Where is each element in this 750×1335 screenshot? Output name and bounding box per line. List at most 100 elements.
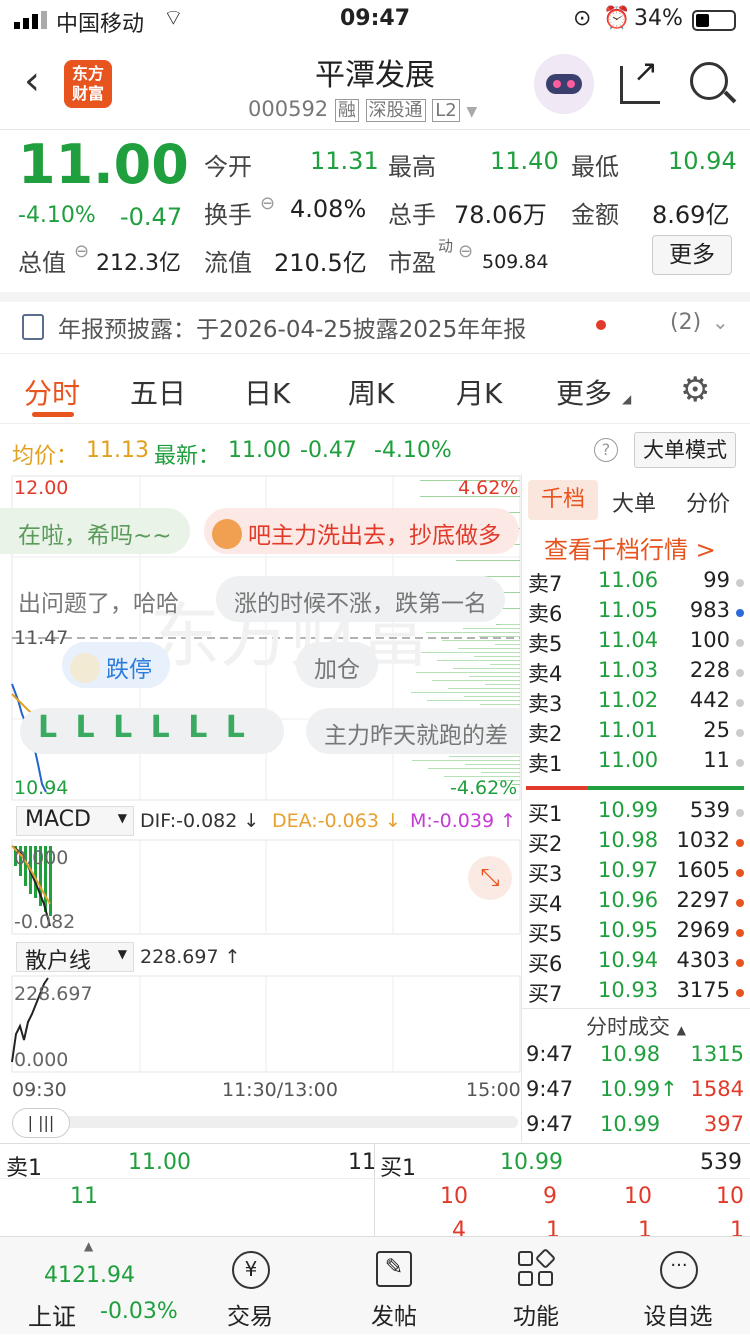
orderbook-row[interactable]: 买4 10.96 2297 <box>522 888 750 918</box>
level-volume: 100 <box>689 628 730 652</box>
orderbook-row[interactable]: 买3 10.97 1605 <box>522 858 750 888</box>
trade-volume: 1315 <box>690 1042 744 1066</box>
tab-thousand-levels[interactable]: 千档 <box>528 480 598 520</box>
level-volume: 983 <box>689 598 730 622</box>
comment-bubble[interactable]: 加仓 <box>296 642 378 688</box>
trade-price: 10.99 <box>600 1112 661 1136</box>
orderbook-row[interactable]: 卖7 11.06 99 <box>522 568 750 598</box>
battery-icon <box>692 10 736 31</box>
post-button[interactable]: ✎ 发帖 <box>324 1237 464 1335</box>
tab-large-orders[interactable]: 大单 <box>612 486 656 518</box>
level-dot <box>736 609 744 617</box>
orderbook-row[interactable]: 买2 10.98 1032 <box>522 828 750 858</box>
comment-bubble[interactable]: 出问题了，哈哈 <box>0 576 197 622</box>
change-amount: -0.47 <box>120 203 183 231</box>
level-dot <box>736 929 744 937</box>
level-volume: 3175 <box>676 978 730 1002</box>
avg-label: 均价： <box>12 444 79 469</box>
tag-connect: 深股通 <box>365 99 426 122</box>
help-icon[interactable]: ? <box>594 438 618 462</box>
orderbook-row[interactable]: 卖4 11.03 228 <box>522 658 750 688</box>
features-button[interactable]: 功能 <box>466 1237 606 1335</box>
orderbook-row[interactable]: 买7 10.93 3175 <box>522 978 750 1008</box>
open-label: 今开 <box>204 153 252 181</box>
depth-bar <box>437 660 520 661</box>
tab-weekly-k[interactable]: 周K <box>348 372 394 412</box>
robot-avatar-icon[interactable] <box>534 54 594 114</box>
chevron-down-icon[interactable]: ▼ <box>466 104 477 120</box>
trade-time: 9:47 <box>526 1042 574 1066</box>
info-icon[interactable]: ⊖ <box>458 241 473 262</box>
tab-price-dist[interactable]: 分价 <box>686 486 730 518</box>
tab-more[interactable]: 更多 <box>556 372 612 412</box>
depth-bar <box>474 656 520 657</box>
y-axis-top: 12.00 <box>14 477 68 499</box>
trades-header[interactable]: 分时成交 ▲ <box>522 1008 750 1040</box>
trade-button[interactable]: ¥ 交易 <box>180 1237 320 1335</box>
signal-icon <box>14 11 48 29</box>
depth-bar <box>428 768 520 769</box>
more-dots-icon: ··· <box>660 1251 698 1289</box>
search-icon[interactable] <box>690 62 737 104</box>
last-change: -0.47 <box>300 438 357 463</box>
orderbook-row[interactable]: 卖3 11.02 442 <box>522 688 750 718</box>
orderbook-row[interactable]: 买1 10.99 539 <box>522 798 750 828</box>
announcement-count: (2) <box>670 310 702 335</box>
tag-l2: L2 <box>432 99 460 122</box>
level-price: 10.98 <box>598 828 659 852</box>
queue-bid-price: 10.99 <box>500 1150 563 1175</box>
settings-gear-icon[interactable]: ⚙ <box>680 370 710 410</box>
share-icon[interactable]: ↗ <box>620 54 660 104</box>
comment-bubble[interactable]: 跌停 <box>62 642 170 688</box>
chevron-down-icon[interactable]: ⌄ <box>712 310 729 334</box>
ref-price-label: 11.47 <box>14 627 68 649</box>
dif-value: DIF:-0.082 ↓ <box>140 810 260 832</box>
level-price: 10.96 <box>598 888 659 912</box>
comment-bubble[interactable]: 在啦，希吗~~ <box>0 508 190 554</box>
green-glyph-bubble[interactable]: L L L L L L <box>20 708 284 754</box>
macd-select[interactable]: MACD ▼ <box>16 806 134 836</box>
time-mid: 11:30/13:00 <box>222 1079 338 1101</box>
level-label: 卖4 <box>528 662 563 686</box>
depth-bar <box>432 680 520 681</box>
level-price: 10.99 <box>598 798 659 822</box>
orderbook-row[interactable]: 买5 10.95 2969 <box>522 918 750 948</box>
announcement-bar[interactable]: 年报预披露：于2026-04-25披露2025年年报 (2) ⌄ <box>0 292 750 354</box>
trade-volume: 1584 <box>690 1077 744 1101</box>
orderbook-row[interactable]: 卖5 11.04 100 <box>522 628 750 658</box>
info-icon[interactable]: ⊖ <box>74 241 89 262</box>
comment-bubble[interactable]: 主力昨天就跑的差 <box>306 708 522 754</box>
view-depth-link[interactable]: 查看千档行情 > <box>544 530 716 565</box>
expand-icon[interactable]: ⤡ <box>468 856 512 900</box>
chart-scrollbar[interactable] <box>12 1116 518 1128</box>
tab-monthly-k[interactable]: 月K <box>456 372 502 412</box>
depth-bar <box>421 652 520 653</box>
index-pct: -0.03% <box>100 1299 178 1324</box>
trade-row: 9:47 10.98 1315 <box>522 1042 750 1072</box>
info-icon[interactable]: ⊖ <box>260 193 275 214</box>
orderbook-row[interactable]: 买6 10.94 4303 <box>522 948 750 978</box>
stock-code: 000592 <box>248 97 329 121</box>
orderbook-row[interactable]: 卖2 11.01 25 <box>522 718 750 748</box>
retail-select[interactable]: 散户线 ▼ <box>16 942 134 974</box>
add-watchlist-button[interactable]: ··· 设自选 <box>608 1237 748 1335</box>
index-ticker[interactable]: ▲ 4121.94 上证 -0.03% <box>10 1237 190 1335</box>
level-dot <box>736 759 744 767</box>
tab-five-day[interactable]: 五日 <box>130 372 186 412</box>
bottom-toolbar: ▲ 4121.94 上证 -0.03% ¥ 交易 ✎ 发帖 功能 ··· 设自选 <box>0 1236 750 1334</box>
macd-bottom-label: -0.082 <box>14 911 75 933</box>
queue-bid-order: 10 <box>716 1184 744 1209</box>
tab-daily-k[interactable]: 日K <box>244 372 290 412</box>
scroll-handle[interactable]: | ||| <box>12 1108 70 1138</box>
m-value: M:-0.039 ↑ <box>410 810 517 832</box>
trade-time: 9:47 <box>526 1077 574 1101</box>
comment-bubble[interactable]: 涨的时候不涨，跌第一名 <box>216 576 505 622</box>
comment-bubble[interactable]: 吧主力洗出去，抄底做多 <box>204 508 519 554</box>
amount-value: 8.69亿 <box>652 201 730 229</box>
tab-intraday[interactable]: 分时 <box>24 372 80 412</box>
more-button[interactable]: 更多 <box>652 235 732 275</box>
orderbook-row[interactable]: 卖6 11.05 983 <box>522 598 750 628</box>
depth-bar <box>485 684 520 685</box>
orderbook-row[interactable]: 卖1 11.00 11 <box>522 748 750 778</box>
large-order-mode-button[interactable]: 大单模式 <box>634 432 736 468</box>
